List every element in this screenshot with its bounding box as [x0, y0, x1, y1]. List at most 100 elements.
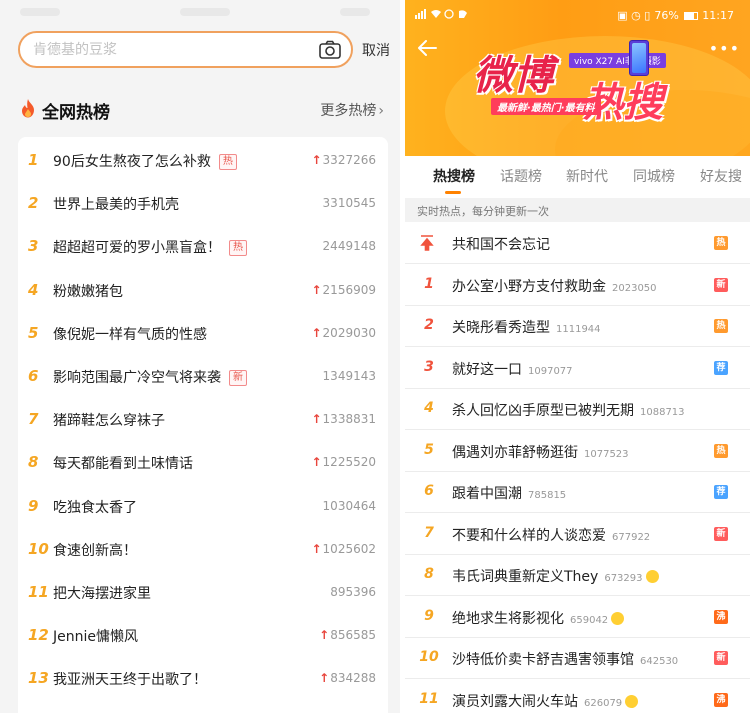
list-item[interactable]: 11 把大海摆进家里 895396	[18, 571, 388, 614]
list-item[interactable]: 11 演员刘露大闹火车站 626079 沸	[405, 680, 750, 713]
heat-count: 642530	[640, 656, 679, 667]
list-item[interactable]: 1 办公室小野方支付救助金 2023050 新	[405, 265, 750, 306]
more-options-icon[interactable]: •••	[709, 39, 740, 58]
heat-count-value: 2156909	[322, 282, 376, 297]
status-badge: 荐	[714, 360, 728, 375]
list-item[interactable]: 5 像倪妮一样有气质的性感 ↑2029030	[18, 312, 388, 355]
list-item[interactable]: 3 就好这一口 1097077 荐	[405, 348, 750, 389]
status-bar	[0, 0, 400, 26]
chevron-right-icon: ›	[378, 103, 384, 119]
item-title-text: 办公室小野方支付救助金	[452, 278, 606, 295]
heat-count: ↑856585	[319, 628, 376, 642]
heat-count: 785815	[528, 490, 567, 501]
list-item[interactable]: 3 超超超可爱的罗小黑盲盒！ 热 2449148	[18, 225, 388, 268]
list-item[interactable]: 9 绝地求生将影视化 659042 沸	[405, 597, 750, 638]
left-hot-list-screen: 取消 全网热榜 更多热榜› 190后女生熬夜了怎么补救热↑33272662世界上…	[0, 0, 400, 713]
list-item[interactable]: 10 沙特低价卖卡舒吉遇害领事馆 642530 新	[405, 638, 750, 679]
list-item[interactable]: 10 食速创新高！ ↑1025602	[18, 528, 388, 571]
item-title-text: 吃独食太香了	[53, 499, 137, 516]
tab-local[interactable]: 同城榜	[633, 166, 675, 186]
status-badge: 新	[714, 526, 728, 541]
item-title: 关晓彤看秀造型 1111944	[452, 317, 601, 337]
status-badge: 新	[229, 370, 247, 386]
heat-count: ↑1225520	[311, 455, 376, 469]
rank-number: 6	[424, 483, 434, 499]
rank-number: 7	[424, 524, 434, 541]
item-title: 就好这一口 1097077	[452, 359, 573, 379]
hot-list-header: 全网热榜 更多热榜 ›	[18, 86, 388, 132]
item-title-text: Jennie慵懒风	[53, 629, 138, 646]
status-badge: 新	[714, 651, 728, 665]
list-item[interactable]: 共和国不会忘记 热	[405, 223, 750, 264]
rank-number: 8	[424, 566, 434, 582]
list-item[interactable]: 8 韦氏词典重新定义They 673293	[405, 555, 750, 596]
search-box[interactable]	[18, 31, 353, 68]
list-item[interactable]: 7 不要和什么样的人谈恋爱 677922 新	[405, 514, 750, 555]
search-input[interactable]	[33, 39, 303, 61]
item-title-text: 猪蹄鞋怎么穿袜子	[53, 413, 165, 430]
heat-count-value: 2029030	[322, 325, 376, 340]
status-badge: 热	[229, 240, 247, 257]
item-title-text: 演员刘露大闹火车站	[452, 693, 578, 710]
update-notice: 实时热点，每分钟更新一次	[417, 205, 549, 218]
rank-number: 6	[28, 367, 39, 385]
list-item[interactable]: 6 影响范围最广冷空气将来袭新 1349143	[18, 355, 388, 398]
heat-count-value: 856585	[330, 628, 376, 643]
list-item[interactable]: 9 吃独食太香了 1030464	[18, 485, 388, 528]
heat-count: 895396	[330, 585, 376, 599]
item-title: 演员刘露大闹火车站 626079	[452, 691, 639, 711]
item-title-text: 关晓彤看秀造型	[452, 320, 550, 336]
sponsor-tag: vivo X27 AI非凡摄影	[569, 53, 666, 68]
heat-count-value: 1349143	[322, 369, 376, 383]
status-badge: 热	[218, 154, 237, 170]
smile-emoji-icon	[645, 570, 659, 583]
trend-up-icon: ↑	[311, 325, 322, 340]
rank-number: 9	[424, 607, 434, 624]
rank-number: 2	[424, 317, 434, 333]
cancel-button[interactable]: 取消	[362, 40, 390, 60]
list-item[interactable]: 2 关晓彤看秀造型 1111944 热	[405, 306, 750, 347]
camera-icon[interactable]	[319, 40, 341, 60]
rank-number: 7	[28, 410, 39, 429]
list-item[interactable]: 6 跟着中国潮 785815 荐	[405, 472, 750, 513]
tab-new-era[interactable]: 新时代	[566, 166, 608, 186]
item-title-text: 90后女生熬夜了怎么补救	[53, 154, 211, 170]
tab-hot-search[interactable]: 热搜榜	[433, 166, 475, 186]
list-item[interactable]: 13 我亚洲天王终于出歌了！ ↑834288	[18, 657, 388, 700]
trend-up-icon: ↑	[319, 628, 330, 643]
list-item[interactable]: 4 杀人回忆凶手原型已被判无期 1088713	[405, 389, 750, 430]
back-arrow-icon[interactable]	[417, 40, 437, 56]
item-title-text: 沙特低价卖卡舒吉遇害领事馆	[452, 652, 634, 668]
item-title: 每天都能看到土味情话	[53, 453, 193, 473]
hot-search-banner: ▣ ◷ ▯ 76% 11:17 ••• 微博 热搜 vivo X27 AI非凡摄影…	[405, 0, 750, 156]
list-item[interactable]: 5 偶遇刘亦菲舒畅逛街 1077523 热	[405, 431, 750, 472]
tab-friends[interactable]: 好友搜	[700, 166, 742, 186]
item-title: 超超超可爱的罗小黑盲盒！ 热	[53, 237, 247, 257]
item-title-text: 我亚洲天王终于出歌了！	[53, 672, 207, 689]
list-item[interactable]: 7 猪蹄鞋怎么穿袜子 ↑1338831	[18, 398, 388, 441]
status-badge: 新	[714, 277, 728, 292]
item-title: 跟着中国潮 785815	[452, 483, 566, 503]
heat-count-value: 2449148	[322, 239, 376, 254]
heat-count-value: 3327266	[322, 153, 376, 167]
item-title-text: 杀人回忆凶手原型已被判无期	[452, 403, 634, 419]
status-bar: ▣ ◷ ▯ 76% 11:17	[405, 0, 750, 28]
tab-topics[interactable]: 话题榜	[500, 166, 542, 186]
flame-icon	[22, 99, 34, 118]
item-title: Jennie慵懒风	[53, 626, 138, 646]
item-title-text: 跟着中国潮	[452, 486, 522, 502]
list-item[interactable]: 12 Jennie慵懒风 ↑856585	[18, 614, 388, 657]
item-title: 办公室小野方支付救助金 2023050	[452, 276, 657, 296]
list-item[interactable]: 1 90后女生熬夜了怎么补救热 ↑3327266	[18, 139, 388, 182]
item-title: 90后女生熬夜了怎么补救热	[53, 151, 237, 171]
item-title: 不要和什么样的人谈恋爱 677922	[452, 525, 650, 545]
list-item[interactable]: 2 世界上最美的手机壳 3310545	[18, 182, 388, 225]
cry-emoji-icon	[611, 611, 625, 625]
heat-count: 2023050	[612, 282, 657, 294]
more-hot-lists-link[interactable]: 更多热榜 ›	[320, 100, 384, 120]
list-item[interactable]: 8 每天都能看到土味情话 ↑1225520	[18, 441, 388, 484]
item-title: 偶遇刘亦菲舒畅逛街 1077523	[452, 442, 629, 462]
trend-up-icon: ↑	[311, 455, 322, 470]
item-title-text: 共和国不会忘记	[452, 237, 550, 253]
list-item[interactable]: 4 粉嫩嫩猪包 ↑2156909	[18, 269, 388, 312]
